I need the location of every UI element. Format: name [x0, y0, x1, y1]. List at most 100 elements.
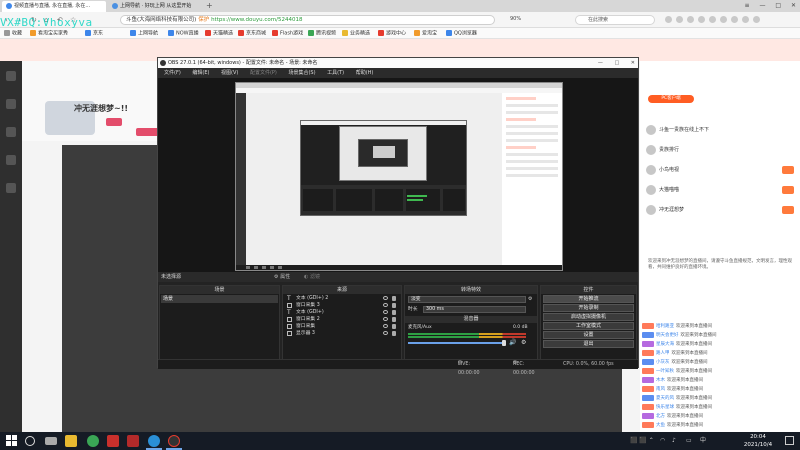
extension-icon[interactable] — [665, 16, 672, 23]
tab-douyu[interactable]: 视频直播与直播, 永在直播, 永在... — [2, 1, 106, 12]
ranking-row[interactable]: 冲无涯想梦 — [646, 203, 684, 217]
search-circle-icon[interactable] — [25, 436, 35, 446]
rail-follow-icon[interactable] — [6, 155, 16, 165]
start-streaming-button[interactable]: 开始推流 — [543, 295, 634, 303]
volume-slider[interactable] — [408, 342, 504, 344]
bookmark-item[interactable]: QQ浏览器 — [446, 30, 477, 38]
mixer-gear-icon[interactable]: ⚙ — [521, 339, 526, 346]
file-explorer-icon[interactable] — [65, 435, 77, 447]
maximize-icon[interactable]: □ — [775, 2, 781, 9]
minimize-icon[interactable]: — — [759, 2, 765, 9]
bookmark-item[interactable]: 收藏 — [4, 30, 22, 38]
lock-icon[interactable] — [392, 324, 396, 329]
properties-button[interactable]: ⚙ 属性 — [274, 272, 290, 282]
address-bar[interactable]: 斗鱼(大海网络科技有限公司) 保护 https://www.douyu.com/5… — [120, 15, 495, 25]
new-tab-plus-icon[interactable]: + — [206, 1, 213, 11]
bookmark-item[interactable]: 上网导航 — [130, 30, 158, 38]
search-input[interactable]: 在此搜索 — [575, 15, 655, 25]
lock-icon[interactable] — [392, 331, 396, 336]
volume-slider-thumb[interactable] — [502, 340, 506, 346]
close-icon[interactable]: ✕ — [631, 60, 635, 66]
source-item[interactable]: 显示器 3 — [284, 330, 400, 337]
start-recording-button[interactable]: 开始录制 — [543, 304, 634, 312]
task-view-icon[interactable] — [45, 437, 57, 445]
game-icon[interactable] — [676, 16, 683, 23]
weather-icon[interactable] — [687, 16, 694, 23]
system-clock[interactable]: 20:04 2021/10/4 — [738, 433, 778, 449]
bookmark-item[interactable]: 腾讯视频 — [308, 30, 336, 38]
bookmark-item[interactable]: 京东 — [85, 30, 103, 38]
settings-button[interactable]: 设置 — [543, 331, 634, 339]
menu-tools[interactable]: 工具(T) — [327, 70, 344, 76]
menu-edit[interactable]: 编辑(E) — [192, 70, 209, 76]
source-item[interactable]: 窗口采集 — [284, 323, 400, 330]
studio-mode-button[interactable]: 工作室模式 — [543, 322, 634, 330]
filters-button[interactable]: ◐ 滤镜 — [304, 272, 320, 282]
visibility-eye-icon[interactable] — [383, 310, 388, 314]
ranking-row[interactable]: 大猫喵喵 — [646, 183, 679, 197]
menu-file[interactable]: 文件(F) — [164, 70, 181, 76]
exit-button[interactable]: 退出 — [543, 340, 634, 348]
volume-icon[interactable]: ♪ — [672, 436, 676, 446]
rail-home-icon[interactable] — [6, 71, 16, 81]
lock-icon[interactable] — [392, 296, 396, 301]
rail-history-icon[interactable] — [6, 183, 16, 193]
source-item[interactable]: T 文本 (GDI+) — [284, 309, 400, 316]
history-icon[interactable] — [709, 16, 716, 23]
battery-icon[interactable]: ▭ — [686, 436, 692, 446]
bookmark-item[interactable]: NOW直播 — [168, 30, 199, 38]
follow-button[interactable] — [782, 166, 794, 174]
follow-button[interactable] — [782, 206, 794, 214]
menu-help[interactable]: 帮助(H) — [356, 70, 374, 76]
menu-scene-collection[interactable]: 场景集合(S) — [288, 70, 315, 76]
minimize-icon[interactable]: — — [598, 60, 603, 66]
close-icon[interactable]: ✕ — [791, 2, 796, 9]
source-item[interactable]: 窗口采集 3 — [284, 302, 400, 309]
tab-navigation[interactable]: 上网导航 · 好玩上网 从这里开始 — [108, 1, 204, 12]
menu-icon[interactable]: ≡ — [745, 2, 750, 9]
source-item[interactable]: T 文本 (GDI+) 2 — [284, 295, 400, 302]
start-virtual-camera-button[interactable]: 启动虚拟摄像机 — [543, 313, 634, 321]
zoom-level[interactable]: 90% — [510, 16, 521, 22]
bookmark-item[interactable]: 京东商城 — [238, 30, 266, 38]
ranking-row[interactable]: 贵族排行 — [646, 143, 679, 157]
download-icon[interactable] — [720, 16, 727, 23]
rail-category-icon[interactable] — [6, 127, 16, 137]
bookmark-item[interactable]: 爱淘宝 — [414, 30, 437, 38]
bookmark-item[interactable]: Flash游戏 — [272, 30, 303, 38]
obs-taskbar-icon[interactable] — [168, 435, 180, 447]
visibility-eye-icon[interactable] — [383, 324, 388, 328]
user-icon[interactable] — [742, 16, 749, 23]
menu-view[interactable]: 视图(V) — [221, 70, 238, 76]
transition-settings-gear-icon[interactable]: ⚙ — [528, 296, 532, 302]
visibility-eye-icon[interactable] — [383, 317, 388, 321]
rail-live-icon[interactable] — [6, 99, 16, 109]
ranking-row[interactable]: 小鸟电视 — [646, 163, 679, 177]
settings-icon[interactable] — [731, 16, 738, 23]
lock-icon[interactable] — [392, 310, 396, 315]
mail-icon[interactable] — [698, 16, 705, 23]
windows-start-icon[interactable] — [6, 435, 18, 447]
wechat-icon[interactable] — [87, 435, 99, 447]
bookmark-item[interactable]: 业务精选 — [342, 30, 370, 38]
transition-select[interactable]: 淡变 — [408, 296, 526, 303]
lock-icon[interactable] — [392, 303, 396, 308]
notification-icon[interactable] — [785, 436, 794, 445]
duration-input[interactable]: 300 ms — [423, 306, 526, 313]
speaker-icon[interactable]: 🔊 — [509, 339, 516, 346]
bookmark-item[interactable]: 游戏中心 — [378, 30, 406, 38]
visibility-eye-icon[interactable] — [383, 331, 388, 335]
source-item[interactable]: 窗口采集 2 — [284, 316, 400, 323]
follow-button[interactable] — [782, 186, 794, 194]
bookmark-item[interactable]: 看淘宝买家秀 — [30, 30, 68, 38]
input-language[interactable]: 中 — [700, 436, 706, 446]
pc-client-button[interactable]: PC客户端 — [648, 95, 694, 103]
more-icon[interactable] — [753, 16, 760, 23]
scene-list-item[interactable]: 场景 — [161, 295, 278, 303]
bookmark-item[interactable]: 天猫精选 — [205, 30, 233, 38]
tray-icons[interactable]: ⬛ ⬛ ⌃ — [630, 436, 654, 446]
app-red-icon[interactable] — [107, 435, 119, 447]
lock-icon[interactable] — [392, 317, 396, 322]
menu-profile[interactable]: 配置文件(P) — [250, 70, 277, 76]
visibility-eye-icon[interactable] — [383, 303, 388, 307]
